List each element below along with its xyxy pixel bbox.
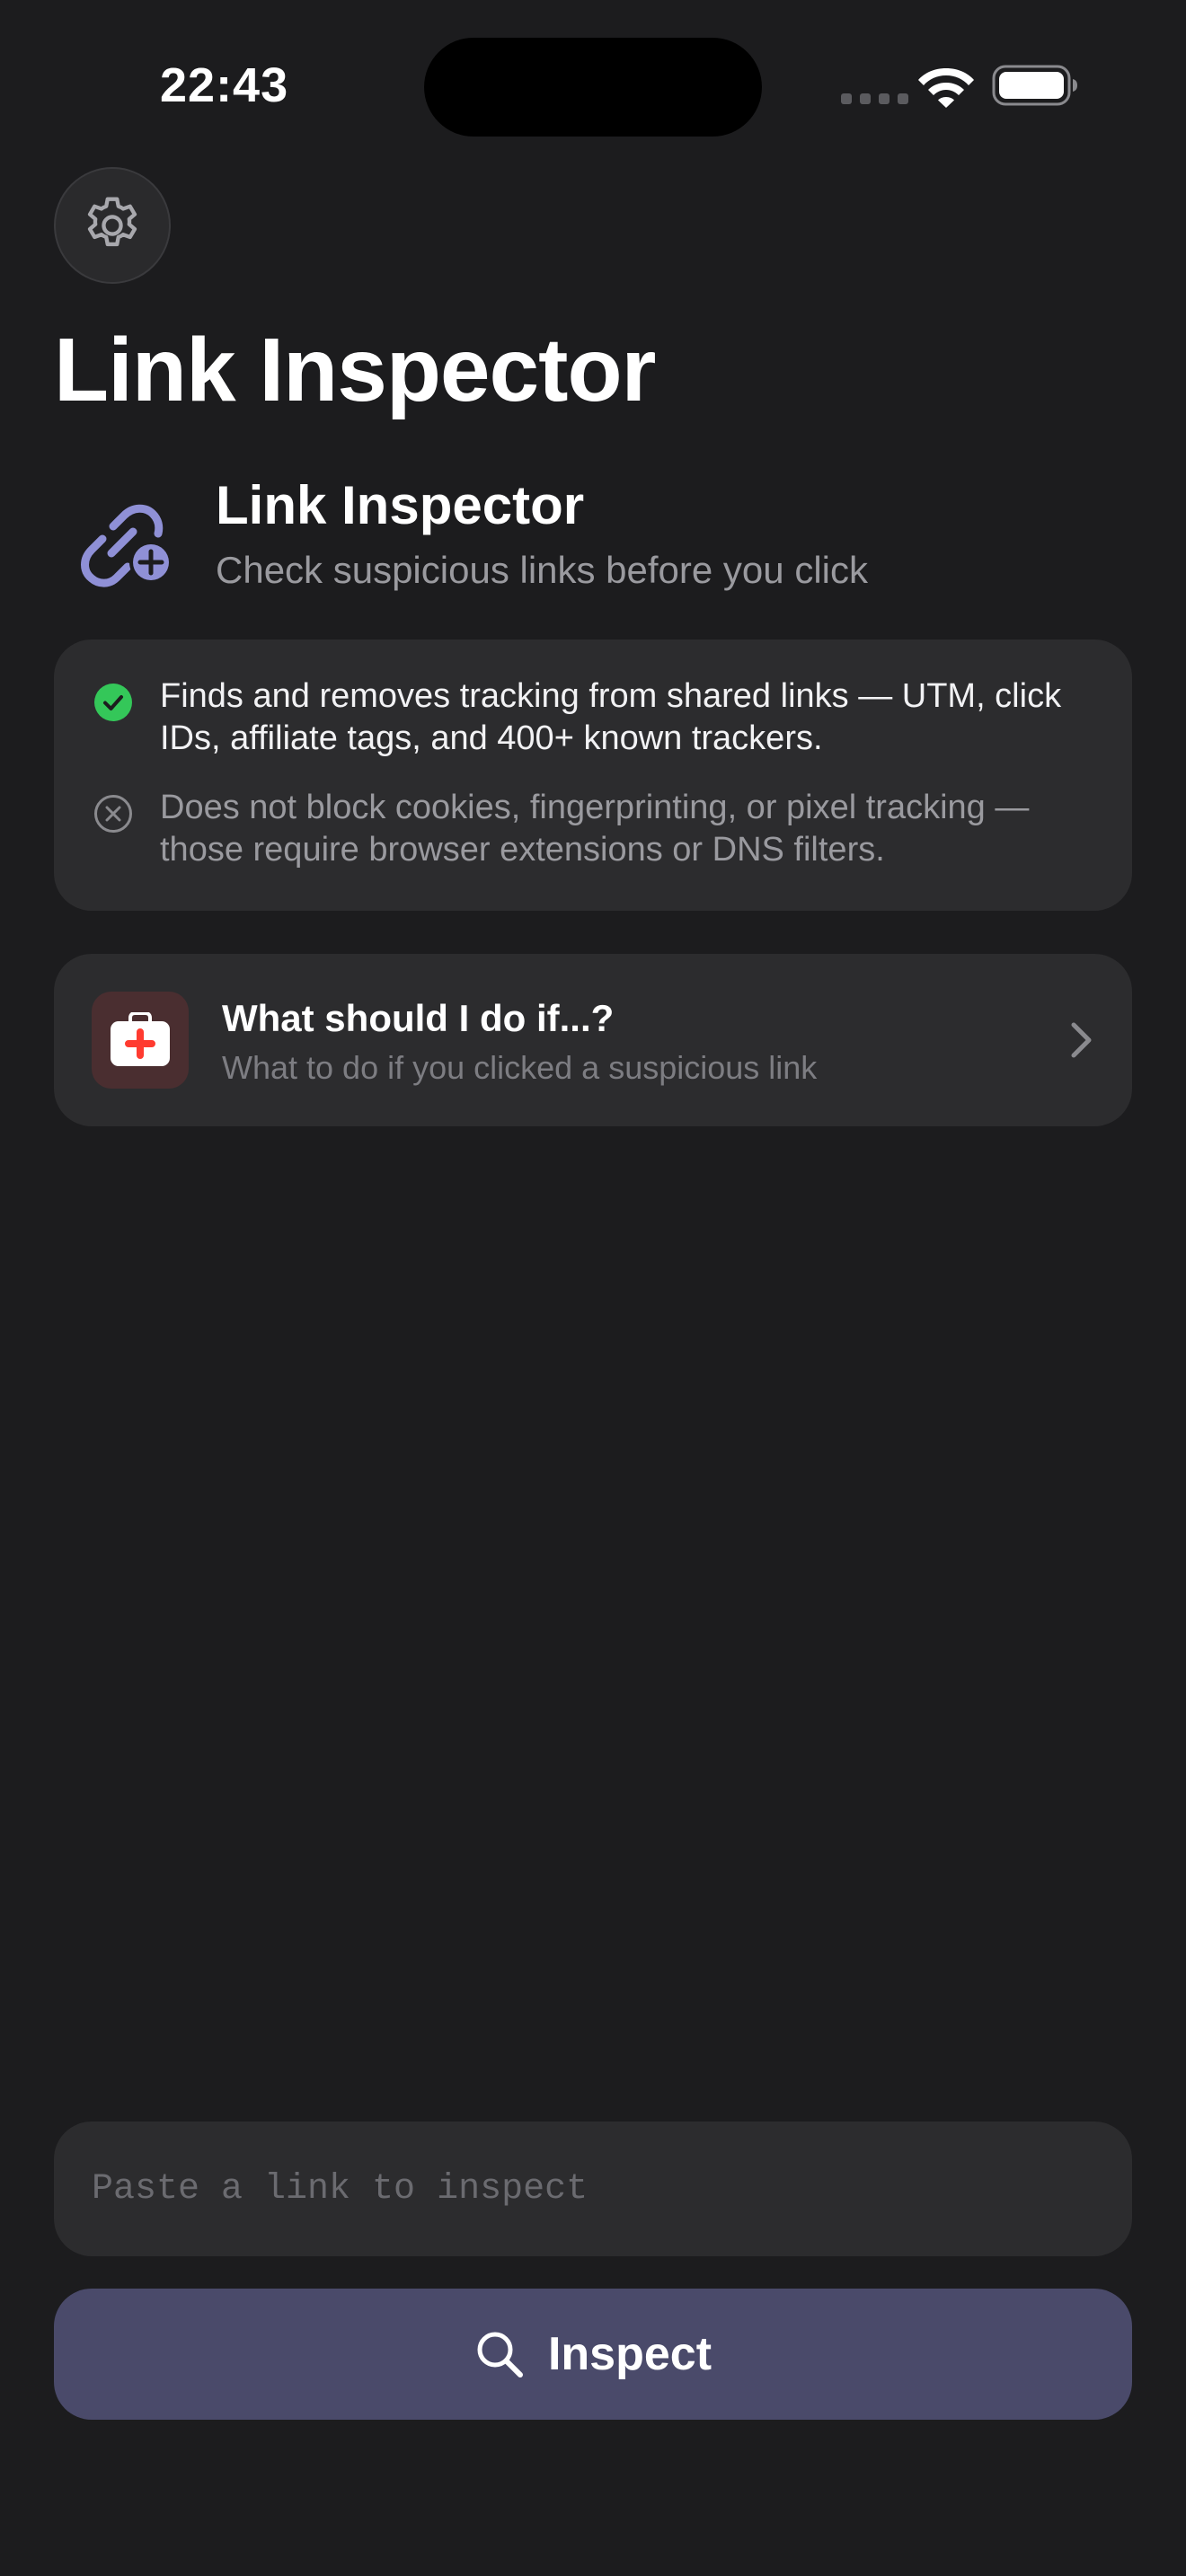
what-should-i-do-card[interactable]: What should I do if...? What to do if yo… (54, 954, 1132, 1126)
capability-row: Finds and removes tracking from shared l… (93, 675, 1091, 760)
link-add-icon (81, 504, 173, 587)
info-card: Finds and removes tracking from shared l… (54, 640, 1132, 911)
dynamic-island (424, 38, 762, 137)
status-time: 22:43 (160, 58, 289, 112)
limitation-text: Does not block cookies, fingerprinting, … (160, 789, 1030, 869)
chevron-right-icon (1071, 1022, 1092, 1058)
header-subtitle: Check suspicious links before you click (216, 549, 868, 591)
signal-dots-icon (841, 93, 908, 104)
help-card-title: What should I do if...? (222, 997, 615, 1039)
page-title: Link Inspector (54, 320, 656, 420)
settings-button[interactable] (54, 167, 171, 284)
xmark-circle-icon (94, 795, 132, 833)
header-title: Link Inspector (216, 475, 585, 535)
wifi-icon (918, 68, 974, 108)
first-aid-kit-icon (111, 1012, 170, 1066)
limitation-row: Does not block cookies, fingerprinting, … (93, 787, 1091, 871)
app-screen: 22:43 Link Inspector Link Inspector Chec… (0, 0, 1186, 2576)
battery-icon (992, 65, 1077, 106)
magnifying-glass-icon (477, 2332, 523, 2378)
inspect-button[interactable]: Inspect (54, 2289, 1132, 2420)
help-icon-tile (92, 992, 189, 1089)
inspect-button-label: Inspect (547, 2328, 712, 2380)
link-input[interactable] (54, 2122, 1132, 2256)
capability-text: Finds and removes tracking from shared l… (160, 677, 1062, 757)
help-card-subtitle: What to do if you clicked a suspicious l… (222, 1049, 818, 1086)
gear-icon (87, 197, 137, 247)
checkmark-circle-icon (94, 684, 132, 721)
